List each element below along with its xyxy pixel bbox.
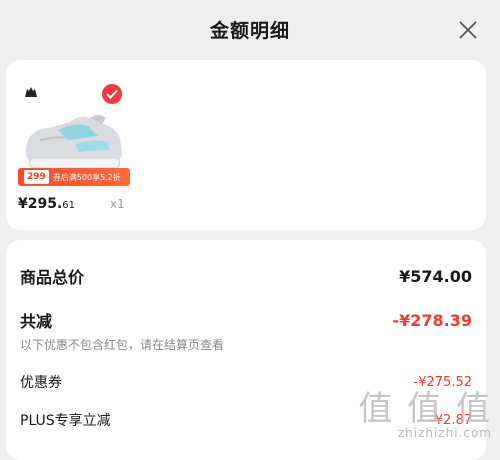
total-value: ¥574.00 [399,266,472,286]
coupon-value: -¥275.52 [413,374,472,390]
unit-price: ¥295.61 [18,196,75,212]
plus-row: PLUS专享立减 -¥2.87 [20,410,472,430]
unit-price-main: ¥295. [18,196,63,212]
promo-price-tag: 299 券后满500享5.2折 [18,168,130,186]
coupon-label: 优惠券 [20,375,62,391]
close-icon[interactable] [458,20,478,40]
discount-value: -¥278.39 [392,310,472,330]
discount-row: 共减 -¥278.39 [20,308,472,332]
total-label: 商品总价 [20,268,85,287]
discount-note: 以下优惠不包含红包，请在结算页查看 [20,338,225,352]
summary-card: 商品总价 ¥574.00 共减 -¥278.39 以下优惠不包含红包，请在结算页… [6,240,486,460]
promo-price-amount: 299 [24,170,49,184]
total-row: 商品总价 ¥574.00 [20,264,472,288]
selected-checkbox[interactable] [102,84,122,104]
coupon-row: 优惠券 -¥275.52 [20,372,472,392]
plus-value: -¥2.87 [430,412,472,428]
adidas-logo-icon [25,87,37,97]
discount-label: 共减 [20,312,53,331]
plus-label: PLUS专享立减 [20,413,111,429]
unit-price-decimal: 61 [62,200,76,211]
product-card: 299 券后满500享5.2折 ¥295.61 x1 [6,60,486,230]
quantity: x1 [110,197,125,211]
sheet-header: 金额明细 [0,0,500,58]
promo-text: 券后满500享5.2折 [52,172,121,182]
page-title: 金额明细 [209,19,290,42]
check-icon [106,89,118,99]
